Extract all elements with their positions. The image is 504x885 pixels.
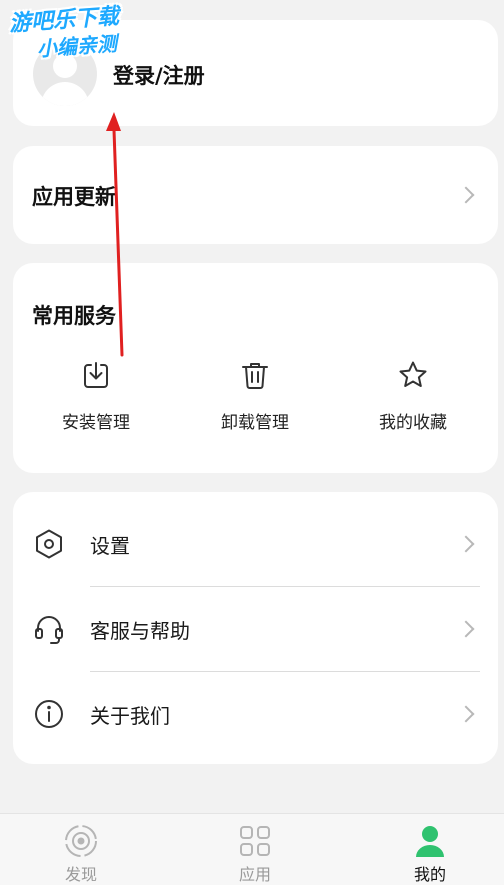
- nav-tab-mine[interactable]: 我的: [380, 824, 480, 885]
- common-services-title: 常用服务: [32, 304, 116, 328]
- person-icon: [416, 826, 444, 857]
- nav-label-apps: 应用: [238, 865, 271, 884]
- nav-label-mine: 我的: [413, 865, 446, 884]
- app-update-card[interactable]: 应用更新: [13, 146, 498, 244]
- headset-icon: [35, 616, 63, 644]
- chevron-right-icon: [457, 535, 475, 553]
- settings-row[interactable]: 设置: [13, 502, 498, 587]
- star-icon: [399, 361, 427, 387]
- chevron-right-icon: [457, 705, 475, 723]
- chevron-right-icon: [457, 186, 475, 204]
- uninstall-management-label: 卸载管理: [221, 413, 289, 433]
- nav-tab-discover[interactable]: 发现: [31, 824, 131, 885]
- customer-service-label: 客服与帮助: [90, 619, 190, 643]
- apps-grid-icon: [240, 826, 270, 856]
- install-management-label: 安装管理: [62, 413, 130, 433]
- common-services-card: 常用服务 安装管理 卸载管理 我的收藏: [13, 263, 498, 473]
- my-favorites-label: 我的收藏: [379, 413, 447, 433]
- about-us-label: 关于我们: [90, 704, 170, 728]
- watermark: 游吧乐下载 小编亲测: [8, 4, 121, 64]
- chevron-right-icon: [457, 620, 475, 638]
- nav-tab-apps[interactable]: 应用: [205, 824, 305, 885]
- bottom-navigation: 发现 应用 我的: [0, 813, 504, 885]
- uninstall-management-button[interactable]: 卸载管理: [195, 359, 315, 433]
- hexagon-settings-icon: [36, 529, 62, 559]
- download-box-icon: [84, 362, 108, 388]
- app-update-label: 应用更新: [32, 185, 116, 209]
- about-us-row[interactable]: 关于我们: [13, 672, 498, 757]
- avatar-body-shape: [41, 82, 89, 106]
- login-register-link[interactable]: 登录/注册: [113, 60, 205, 90]
- settings-label: 设置: [90, 534, 130, 558]
- nav-label-discover: 发现: [64, 865, 97, 884]
- discover-icon: [65, 825, 97, 857]
- info-icon: [35, 700, 63, 728]
- customer-service-row[interactable]: 客服与帮助: [13, 587, 498, 672]
- trash-icon: [242, 363, 268, 389]
- my-favorites-button[interactable]: 我的收藏: [353, 359, 473, 433]
- settings-list-card: 设置 客服与帮助 关于我们: [13, 492, 498, 764]
- install-management-button[interactable]: 安装管理: [36, 359, 156, 433]
